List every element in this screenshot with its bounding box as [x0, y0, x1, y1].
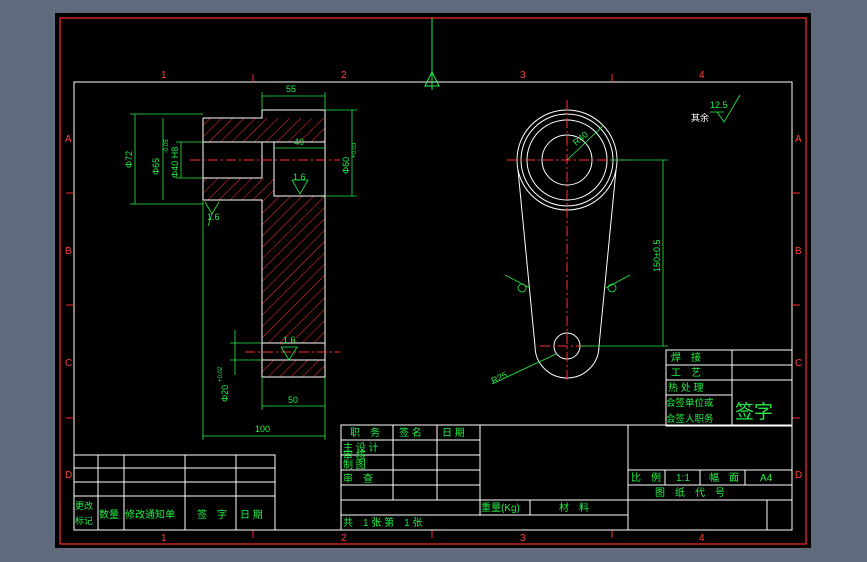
dim-40: 40: [294, 137, 304, 147]
dim-100: 100: [255, 424, 270, 434]
tb-duty: 职 务: [350, 426, 380, 439]
tb-weight: 重量(Kg): [481, 501, 520, 514]
zone-col-2-bottom: 2: [341, 533, 347, 544]
zone-row-c-right: C: [795, 358, 802, 369]
tb-drawing-no: 图 纸 代 号: [655, 486, 725, 499]
zone-row-c: C: [65, 358, 72, 369]
tb-draw: 制 图: [343, 458, 366, 471]
tb-scale-value: 1:1: [676, 473, 690, 484]
tb-sheet-count: 共 1 张 第 1 张: [343, 516, 422, 529]
dim-50: 50: [288, 395, 298, 405]
rest-roughness-label: 其余: [691, 112, 709, 123]
rev-notice: 修改通知单: [125, 508, 175, 521]
dim-dia-40: Φ40 H8: [170, 147, 180, 178]
dim-dia-72: Φ72: [124, 151, 134, 168]
zone-col-3-bottom: 3: [520, 533, 526, 544]
tech-signature: 签字: [735, 401, 773, 423]
tb-sheet-value: A4: [760, 473, 773, 484]
dim-150: 150±0.5: [652, 240, 662, 272]
zone-col-3: 3: [520, 70, 526, 81]
tb-check: 审 查: [343, 472, 373, 485]
tech-row-cosign-role: 会签人职务: [666, 413, 714, 425]
roughness-1: 1.6: [207, 212, 220, 222]
dim-dia-60: Φ60: [341, 157, 351, 174]
dim-55: 55: [286, 84, 296, 94]
zone-col-1: 1: [161, 70, 167, 81]
zone-col-4-bottom: 4: [699, 533, 705, 544]
tech-row-weld: 焊 接: [671, 351, 701, 364]
zone-row-b-right: B: [795, 246, 802, 257]
roughness-2: 1.6: [293, 172, 306, 182]
zone-row-a: A: [65, 134, 72, 145]
roughness-3: 1.6: [283, 335, 296, 345]
dim-dia-20: Φ20: [220, 385, 230, 402]
tb-scale: 比 例: [631, 471, 661, 484]
zone-row-a-right: A: [795, 134, 802, 145]
zone-col-4: 4: [699, 70, 705, 81]
tb-sign: 签 名: [399, 426, 422, 439]
tb-date: 日 期: [442, 427, 465, 439]
tech-row-process: 工 艺: [671, 367, 701, 379]
tech-row-cosign-unit: 会签单位或: [666, 397, 714, 409]
zone-row-b: B: [65, 246, 72, 257]
tb-sheet-size: 幅 面: [709, 471, 739, 484]
dim-dia-60-tol: +0.03: [352, 142, 358, 158]
rest-roughness-value: 12.5: [710, 100, 728, 110]
zone-row-d: D: [65, 470, 72, 481]
rev-sign: 签 字: [197, 508, 227, 521]
dim-dia-65: Φ65: [151, 158, 161, 175]
zone-row-d-right: D: [795, 470, 802, 481]
tech-row-heat: 热 处 理: [668, 381, 704, 394]
dim-dia-20-tol: +0.02: [218, 366, 224, 382]
cad-drawing-canvas[interactable]: 1 2 3 4 1 2 3 4 A B C D A B C D 55 40 Φ7…: [0, 0, 867, 562]
tb-material: 材 料: [559, 501, 589, 514]
zone-col-1-bottom: 1: [161, 533, 167, 544]
rev-mark-2: 标记: [75, 515, 93, 526]
rev-qty: 数量: [99, 508, 119, 521]
zone-col-2: 2: [341, 70, 347, 81]
rev-date: 日 期: [240, 509, 263, 521]
rev-mark-1: 更改: [75, 500, 93, 511]
